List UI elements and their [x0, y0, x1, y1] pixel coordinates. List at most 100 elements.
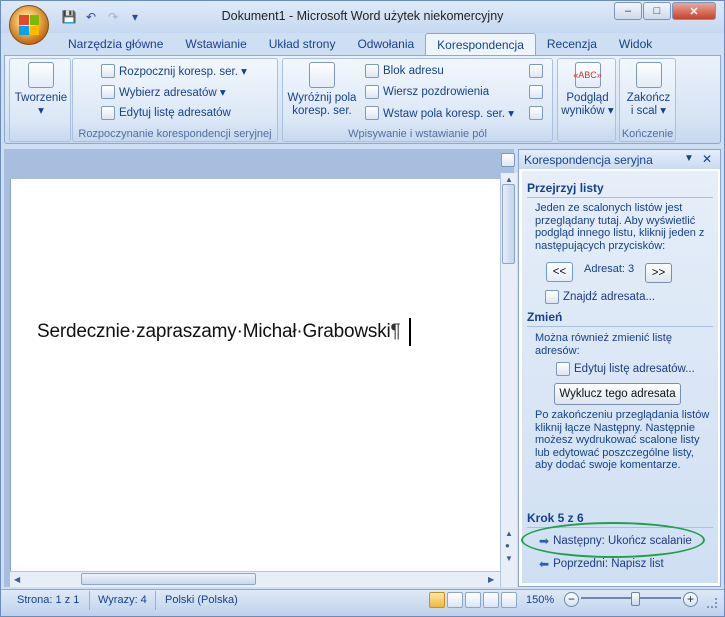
- group-konczenie: Zakończ i scal ▾ Kończenie: [619, 58, 676, 142]
- close-button[interactable]: ✕: [672, 2, 716, 20]
- window-controls: – □ ✕: [614, 2, 716, 20]
- page-counter[interactable]: Strona: 1 z 1: [17, 594, 79, 606]
- tab-narzedzia-glowne[interactable]: Narzędzia główne: [57, 33, 174, 55]
- language-indicator[interactable]: Polski (Polska): [165, 594, 238, 606]
- zoom-out-button[interactable]: −: [564, 592, 579, 607]
- print-layout-view-icon[interactable]: [429, 592, 445, 608]
- scroll-left-icon[interactable]: ◀: [14, 575, 20, 584]
- tab-uklad-strony[interactable]: Układ strony: [258, 33, 347, 55]
- pane-title: Korespondencja seryjna: [524, 153, 653, 167]
- wybierz-label: Wybierz adresatów ▾: [119, 87, 226, 99]
- arrow-left-icon: ⬅: [539, 557, 550, 571]
- tab-widok[interactable]: Widok: [608, 33, 663, 55]
- group-label-wpisywanie: Wpisywanie i wstawianie pól: [348, 128, 487, 140]
- previous-step-label: Poprzedni: Napisz list: [553, 558, 664, 570]
- zoom-slider-thumb[interactable]: [631, 592, 640, 606]
- blok-label: Blok adresu: [383, 65, 444, 77]
- divider: [527, 197, 713, 198]
- document-page[interactable]: [10, 179, 501, 571]
- scroll-up-icon[interactable]: ▲: [505, 175, 513, 184]
- preview-abc-icon: «ABC»: [573, 62, 602, 88]
- find-recipient-link[interactable]: Znajdź adresata...: [545, 290, 655, 304]
- rozpocznij-label: Rozpocznij koresp. ser. ▾: [119, 66, 247, 78]
- zoom-in-button[interactable]: +: [683, 592, 698, 607]
- web-layout-view-icon[interactable]: [465, 592, 481, 608]
- change-heading: Zmień: [527, 310, 563, 324]
- tab-korespondencja[interactable]: Korespondencja: [425, 33, 536, 55]
- zakoncz-scal-button[interactable]: Zakończ i scal ▾: [622, 62, 675, 118]
- preview-text: Jeden ze scalonych listów jest przegląda…: [535, 202, 705, 252]
- draft-view-icon[interactable]: [501, 592, 517, 608]
- zoom-level[interactable]: 150%: [526, 594, 554, 606]
- exclude-recipient-button[interactable]: Wyklucz tego adresata: [554, 383, 681, 405]
- group-rozpoczynanie: Rozpocznij koresp. ser. ▾ Wybierz adresa…: [72, 58, 278, 142]
- rules-icon[interactable]: [529, 64, 543, 78]
- horizontal-scroll-thumb[interactable]: [81, 573, 256, 585]
- wstaw-pola-button[interactable]: Wstaw pola koresp. ser. ▾: [365, 106, 514, 120]
- wiersz-pozdrowienia-button[interactable]: Wiersz pozdrowienia: [365, 85, 489, 99]
- tab-odwolania[interactable]: Odwołania: [346, 33, 425, 55]
- document-line: Serdecznie·zapraszamy·Michał·Grabowski: [37, 321, 391, 342]
- find-recipient-label: Znajdź adresata...: [563, 291, 656, 303]
- address-block-icon: [365, 64, 379, 78]
- previous-step-link[interactable]: ⬅ Poprzedni: Napisz list: [539, 557, 664, 571]
- insert-field-icon: [365, 106, 379, 120]
- office-button[interactable]: [9, 5, 49, 45]
- tab-wstawianie[interactable]: Wstawianie: [174, 33, 257, 55]
- match-fields-icon[interactable]: [529, 85, 543, 99]
- blok-adresu-button[interactable]: Blok adresu: [365, 64, 444, 78]
- next-recipient-button[interactable]: >>: [645, 263, 672, 283]
- rozpocznij-button[interactable]: Rozpocznij koresp. ser. ▾: [101, 64, 247, 78]
- previous-page-icon[interactable]: ▲: [505, 529, 513, 538]
- minimize-button[interactable]: –: [614, 2, 642, 20]
- group-wpisywanie: Wyróżnij pola koresp. ser. Blok adresu W…: [282, 58, 553, 142]
- office-logo-icon: [19, 15, 39, 35]
- vertical-scroll-thumb[interactable]: [502, 184, 515, 264]
- tworzenie-label: Tworzenie: [14, 92, 68, 104]
- highlight-fields-icon: [309, 62, 335, 88]
- resize-grip-icon[interactable]: [707, 598, 717, 608]
- group-label-konczenie: Kończenie: [621, 128, 674, 140]
- envelope-icon: [28, 62, 54, 88]
- recipient-counter: Adresat: 3: [584, 263, 635, 275]
- group-label-rozpoczynanie: Rozpoczynanie korespondencji seryjnej: [78, 128, 272, 140]
- wyroznij-label-2: koresp. ser.: [292, 105, 352, 117]
- podglad-wynikow-button[interactable]: «ABC» Podgląd wyników ▾: [560, 62, 615, 118]
- reading-view-icon[interactable]: [447, 592, 463, 608]
- next-page-icon[interactable]: ▼: [505, 554, 513, 563]
- previous-recipient-button[interactable]: <<: [546, 262, 573, 282]
- word-count[interactable]: Wyrazy: 4: [98, 594, 147, 606]
- browse-object-icon[interactable]: ●: [505, 541, 510, 550]
- divider: [527, 326, 713, 327]
- zakoncz-label-1: Zakończ: [626, 92, 671, 104]
- wiersz-label: Wiersz pozdrowienia: [383, 86, 490, 98]
- view-ruler-icon[interactable]: [501, 153, 515, 167]
- edytuj-label: Edytuj listę adresatów: [119, 107, 231, 119]
- wybierz-adresatow-button[interactable]: Wybierz adresatów ▾: [101, 85, 226, 99]
- tab-recenzja[interactable]: Recenzja: [536, 33, 608, 55]
- outline-view-icon[interactable]: [483, 592, 499, 608]
- greeting-line-icon: [365, 85, 379, 99]
- text-cursor: [409, 318, 411, 346]
- pane-menu-icon[interactable]: ▼: [684, 153, 694, 164]
- pane-close-icon[interactable]: ✕: [702, 152, 712, 166]
- edit-recipients-link[interactable]: Edytuj listę adresatów...: [556, 362, 695, 376]
- maximize-button[interactable]: □: [643, 2, 671, 20]
- highlight-ellipse: [521, 522, 705, 558]
- edytuj-liste-button[interactable]: Edytuj listę adresatów: [101, 106, 231, 120]
- divider: [89, 591, 90, 610]
- edit-list-icon: [556, 362, 570, 376]
- wyroznij-pola-button[interactable]: Wyróżnij pola koresp. ser.: [285, 62, 359, 118]
- document-text[interactable]: Serdecznie·zapraszamy·Michał·Grabowski¶: [37, 321, 401, 343]
- group-tworzenie: Tworzenie ▾: [9, 58, 71, 142]
- chevron-down-icon: ▾: [38, 105, 44, 117]
- find-recipient-icon: [545, 290, 559, 304]
- change-text: Można również zmienić listę adresów:: [535, 332, 672, 357]
- tworzenie-button[interactable]: Tworzenie ▾: [13, 62, 69, 118]
- finish-merge-icon: [635, 62, 662, 88]
- after-preview-text: Po zakończeniu przeglądania listów klikn…: [535, 409, 710, 472]
- update-labels-icon[interactable]: [529, 106, 543, 120]
- group-podglad: «ABC» Podgląd wyników ▾: [557, 58, 616, 142]
- scroll-right-icon[interactable]: ▶: [488, 575, 494, 584]
- ribbon-tabs: Narzędzia główne Wstawianie Układ strony…: [1, 33, 724, 55]
